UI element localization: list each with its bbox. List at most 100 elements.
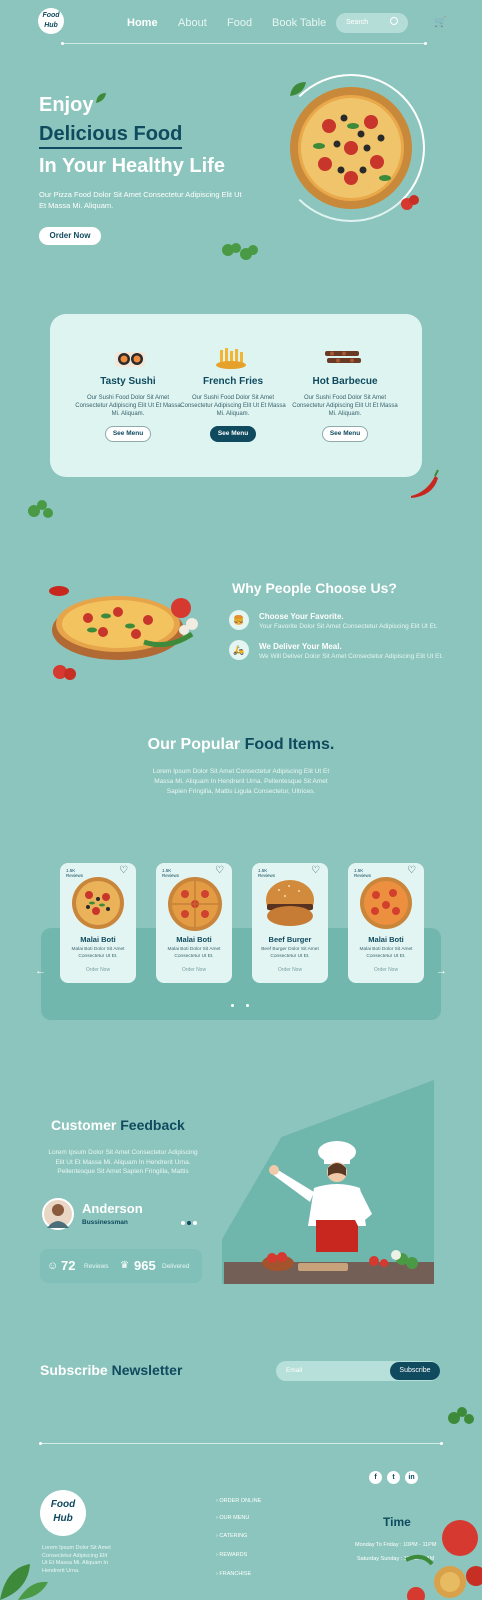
footer-link-franchise[interactable]: › FRANCHISE bbox=[216, 1571, 251, 1577]
feedback-heading-b: Feedback bbox=[120, 1117, 185, 1133]
popular-description: Lorem Ipsum Dolor Sit Amet Consectetur A… bbox=[152, 768, 330, 795]
delivered-label: Delivered bbox=[162, 1263, 190, 1270]
divider-dot bbox=[424, 42, 427, 45]
category-title: French Fries bbox=[202, 376, 264, 387]
subscribe-heading: Subscribe Newsletter bbox=[40, 1362, 182, 1378]
slider-dot[interactable] bbox=[193, 1221, 197, 1225]
arrow-left-icon[interactable]: ← bbox=[35, 965, 46, 977]
footer-link-our-menu[interactable]: › OUR MENU bbox=[216, 1515, 249, 1521]
vegetables-image bbox=[262, 1250, 418, 1271]
hero-pizza-image bbox=[290, 87, 412, 209]
category-description: Our Sushi Food Dolor Sit Amet Consectetu… bbox=[75, 395, 181, 417]
hero-heading-line2: Delicious Food bbox=[39, 123, 183, 149]
footer-link-label: FRANCHISE bbox=[219, 1571, 252, 1577]
food-card-name: Beef Burger bbox=[268, 935, 312, 944]
sauce-bowl-image bbox=[49, 586, 69, 596]
herb-leaves-icon bbox=[448, 1407, 474, 1424]
food-card-reviews: 1.5K Reviews bbox=[258, 868, 276, 878]
search-icon[interactable] bbox=[390, 17, 398, 25]
footer-logo[interactable]: Food Hub bbox=[40, 1490, 86, 1536]
barbecue-image bbox=[325, 351, 361, 363]
footer-divider bbox=[40, 1443, 442, 1444]
delivery-icon: 🛵 bbox=[229, 640, 249, 660]
footer-link-label: REWARDS bbox=[219, 1552, 248, 1558]
user-icon: ☺ bbox=[47, 1260, 59, 1272]
feedback-heading: Customer Feedback bbox=[51, 1117, 185, 1133]
heart-icon[interactable]: ♡ bbox=[119, 865, 128, 876]
footer-link-order-online[interactable]: › ORDER ONLINE bbox=[216, 1498, 261, 1504]
popular-heading: Our Popular Food Items. bbox=[0, 736, 482, 754]
food-card-order-link[interactable]: Order Now bbox=[156, 967, 232, 973]
avatar bbox=[42, 1198, 74, 1230]
subscribe-button[interactable]: Subscribe bbox=[390, 1362, 440, 1380]
herb-leaves-icon bbox=[28, 500, 53, 518]
why-item-title: Choose Your Favorite. bbox=[259, 612, 344, 621]
arrow-right-icon[interactable]: → bbox=[436, 965, 447, 977]
food-card-image bbox=[266, 880, 314, 926]
see-menu-button[interactable]: See Menu bbox=[210, 426, 256, 442]
pizza-board-image bbox=[52, 596, 198, 660]
tomato-image bbox=[401, 195, 419, 210]
footer-link-catering[interactable]: › CATERING bbox=[216, 1533, 247, 1539]
category-description: Our Sushi Food Dolor Sit Amet Consectetu… bbox=[180, 395, 286, 417]
twitter-icon[interactable]: t bbox=[387, 1471, 400, 1484]
food-card-description: Malai Boti Dolor Sit Amet Consectetur Ut… bbox=[359, 947, 413, 959]
customer-role: Bussinessman bbox=[82, 1219, 128, 1226]
hero-heading-line3: In Your Healthy Life bbox=[39, 155, 225, 177]
tomatoes-decoration-image bbox=[405, 1520, 482, 1600]
see-menu-button[interactable]: See Menu bbox=[322, 426, 368, 442]
food-card-name: Malai Boti bbox=[176, 935, 212, 944]
slider-dot[interactable] bbox=[181, 1221, 185, 1225]
divider-dot bbox=[440, 1442, 443, 1445]
why-item-title: We Deliver Your Meal. bbox=[259, 642, 342, 651]
burger-icon: 🍔 bbox=[229, 610, 249, 630]
instagram-icon[interactable]: in bbox=[405, 1471, 418, 1484]
feedback-description: Lorem Ipsum Dolor Sit Amet Consectetur A… bbox=[48, 1149, 198, 1175]
nav-home[interactable]: Home bbox=[127, 17, 158, 29]
logo[interactable]: Food Hub bbox=[38, 8, 64, 34]
heart-icon[interactable]: ♡ bbox=[311, 865, 320, 876]
reviews-label: Reviews bbox=[84, 1263, 109, 1270]
nav-about[interactable]: About bbox=[178, 17, 207, 29]
trophy-icon: ♛ bbox=[120, 1260, 129, 1271]
see-menu-button[interactable]: See Menu bbox=[105, 426, 151, 442]
food-card-description: Malai Boti Dolor Sit Amet Consectetur Ut… bbox=[167, 947, 221, 959]
carousel-dot[interactable] bbox=[246, 1004, 249, 1007]
popular-heading-a: Our Popular bbox=[147, 736, 241, 753]
email-placeholder: Email bbox=[286, 1367, 303, 1374]
hero-description: Our Pizza Food Dolor Sit Amet Consectetu… bbox=[39, 190, 242, 210]
feedback-heading-a: Customer bbox=[51, 1117, 117, 1133]
heart-icon[interactable]: ♡ bbox=[215, 865, 224, 876]
leaf-icon bbox=[290, 82, 306, 96]
why-item-description: Your Favorite Dolor Sit Amet Consectetur… bbox=[259, 623, 438, 630]
footer-link-rewards[interactable]: › REWARDS bbox=[216, 1552, 247, 1558]
category-title: Tasty Sushi bbox=[100, 376, 156, 387]
delivered-count: 965 bbox=[134, 1258, 156, 1273]
carousel-dot[interactable] bbox=[231, 1004, 234, 1007]
food-card-order-link[interactable]: Order Now bbox=[60, 967, 136, 973]
tomato-image bbox=[53, 665, 76, 680]
divider-dot bbox=[61, 42, 64, 45]
food-card-name: Malai Boti bbox=[368, 935, 404, 944]
slider-dot[interactable] bbox=[187, 1221, 191, 1225]
sushi-image bbox=[115, 352, 145, 367]
chili-pepper-icon bbox=[411, 469, 439, 498]
facebook-icon[interactable]: f bbox=[369, 1471, 382, 1484]
category-title: Hot Barbecue bbox=[312, 376, 378, 387]
heart-icon[interactable]: ♡ bbox=[407, 865, 416, 876]
food-card-order-link[interactable]: Order Now bbox=[348, 967, 424, 973]
french-fries-image bbox=[216, 348, 246, 369]
cart-icon[interactable]: 🛒 bbox=[434, 17, 446, 28]
nav-food[interactable]: Food bbox=[227, 17, 252, 29]
category-description: Our Sushi Food Dolor Sit Amet Consectetu… bbox=[292, 395, 398, 417]
nav-book-table[interactable]: Book Table bbox=[272, 17, 326, 29]
header-divider bbox=[62, 43, 426, 44]
customer-name: Anderson bbox=[82, 1201, 143, 1216]
food-card-order-link[interactable]: Order Now bbox=[252, 967, 328, 973]
footer-link-label: OUR MENU bbox=[219, 1515, 250, 1521]
why-item-description: We Will Deliver Dolor Sit Amet Consectet… bbox=[259, 653, 444, 660]
order-now-button[interactable]: Order Now bbox=[39, 227, 101, 245]
food-card-image bbox=[168, 877, 222, 931]
why-choose-heading: Why People Choose Us? bbox=[232, 580, 397, 596]
footer-description: Lorem Ipsum Dolor Sit Amet Consectetur A… bbox=[42, 1545, 111, 1574]
